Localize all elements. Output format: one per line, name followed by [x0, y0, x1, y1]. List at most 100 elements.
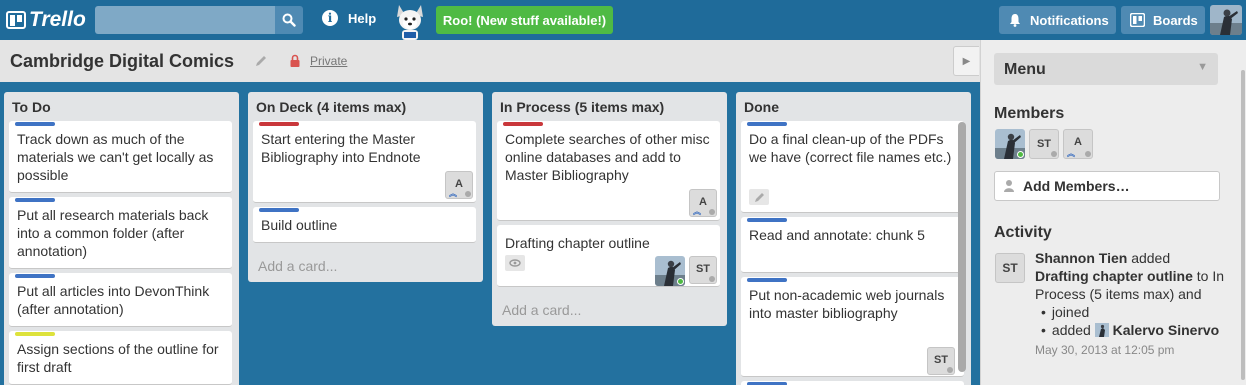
- activity-item: Shannon Tien added Drafting chapter outl…: [1035, 249, 1225, 359]
- add-members-button[interactable]: Add Members…: [994, 171, 1220, 201]
- help-button[interactable]: i Help: [322, 10, 376, 26]
- list-card[interactable]: Put all articles into DevonThink (after …: [9, 273, 232, 327]
- menu-button[interactable]: Menu ▼: [994, 53, 1218, 85]
- list-card[interactable]: Read and annotate: chunk 5: [741, 217, 964, 273]
- activity-verb: added: [1131, 250, 1171, 266]
- list-title[interactable]: On Deck (4 items max): [256, 99, 406, 115]
- list-card[interactable]: Do a final clean-up of the PDFs we have …: [741, 121, 964, 213]
- board-title[interactable]: Cambridge Digital Comics: [10, 51, 234, 72]
- chevron-up-icon: ︽: [1067, 149, 1075, 158]
- boards-label: Boards: [1153, 12, 1198, 28]
- menu-label: Menu: [1004, 61, 1046, 78]
- status-dot: [709, 276, 715, 282]
- member-photo[interactable]: [995, 129, 1025, 159]
- list-title[interactable]: Done: [744, 99, 779, 115]
- card-label: [15, 332, 55, 336]
- card-title: Put non-academic web journals into maste…: [749, 287, 945, 321]
- card-title: Assign sections of the outline for first…: [17, 341, 219, 375]
- list-title[interactable]: In Process (5 items max): [500, 99, 664, 115]
- top-header: Trello i Help Roo! (New stuff available!…: [0, 0, 1246, 40]
- card-label: [503, 122, 543, 126]
- status-dot: [709, 209, 715, 215]
- list-card[interactable]: Put non-academic web journals into maste…: [741, 277, 964, 377]
- list-card[interactable]: Start entering the Master Bibliography i…: [253, 121, 476, 203]
- member-avatar[interactable]: ST: [1029, 129, 1059, 159]
- activity-date[interactable]: May 30, 2013 at 12:05 pm: [1035, 341, 1225, 359]
- search-input[interactable]: [95, 6, 275, 34]
- card-label: [259, 122, 299, 126]
- description-icon: [505, 255, 525, 271]
- card-label: [747, 218, 787, 222]
- list-in-process: In Process (5 items max) Complete search…: [492, 92, 727, 326]
- lock-icon: [290, 54, 300, 67]
- boards-button[interactable]: Boards: [1121, 6, 1205, 34]
- status-dot: [465, 191, 471, 197]
- person-icon: [1003, 179, 1015, 193]
- boards-icon: [1130, 13, 1145, 27]
- card-title: Drafting chapter outline: [505, 235, 650, 251]
- card-title: Start entering the Master Bibliography i…: [261, 131, 421, 165]
- activity-bullet: added Kalervo Sinervo: [1041, 321, 1225, 339]
- status-dot: [1017, 151, 1024, 158]
- card-label: [259, 208, 299, 212]
- card-title: Build outline: [261, 217, 338, 233]
- list-card[interactable]: Complete searches of other misc online d…: [497, 121, 720, 221]
- card-label: [15, 274, 55, 278]
- board-sidebar: Menu ▼ Members ST A ︽ Add Members… Activ…: [980, 40, 1246, 385]
- activity-actor[interactable]: Shannon Tien: [1035, 250, 1127, 266]
- visibility-link[interactable]: Private: [310, 54, 347, 68]
- list-card[interactable]: Track down as much of the materials we c…: [9, 121, 232, 193]
- card-title: Read and annotate: chunk 5: [749, 227, 925, 243]
- info-icon: i: [322, 10, 338, 26]
- activity-bullets: joined added Kalervo Sinervo: [1035, 303, 1225, 339]
- list-scrollbar[interactable]: [958, 122, 966, 372]
- search-icon: [282, 13, 296, 27]
- card-label: [747, 122, 787, 126]
- status-dot: [947, 367, 953, 373]
- add-card-link[interactable]: Add a card...: [258, 258, 337, 274]
- card-member-avatar[interactable]: A ︽: [689, 189, 717, 217]
- list-card[interactable]: Build outline: [253, 207, 476, 243]
- pencil-icon: [749, 189, 769, 205]
- list-card[interactable]: Put all research materials back into a c…: [9, 197, 232, 269]
- user-avatar[interactable]: [1210, 5, 1242, 35]
- member-avatar[interactable]: A ︽: [1063, 129, 1093, 159]
- card-title: Track down as much of the materials we c…: [17, 131, 214, 183]
- sidebar-toggle-button[interactable]: ▶: [953, 46, 979, 76]
- activity-member-link[interactable]: Kalervo Sinervo: [1113, 322, 1220, 338]
- card-title: Put all articles into DevonThink (after …: [17, 283, 210, 317]
- add-card-link[interactable]: Add a card...: [502, 302, 581, 318]
- list-on-deck: On Deck (4 items max) Start entering the…: [248, 92, 483, 282]
- pencil-icon[interactable]: [254, 54, 268, 68]
- taco-mascot-icon[interactable]: [393, 3, 427, 40]
- help-label: Help: [348, 10, 377, 26]
- card-member-photo[interactable]: [655, 256, 685, 286]
- list-card[interactable]: Drafting chapter outline ST: [497, 225, 720, 287]
- status-dot: [1051, 151, 1057, 157]
- activity-card-link[interactable]: Drafting chapter outline: [1035, 268, 1193, 284]
- member-mini-photo-icon: [1094, 323, 1109, 337]
- status-dot: [1085, 151, 1091, 157]
- list-card[interactable]: [741, 381, 964, 385]
- chevron-up-icon: ︽: [693, 207, 701, 216]
- card-member-avatar[interactable]: A ︽: [445, 171, 473, 199]
- notifications-button[interactable]: Notifications: [999, 6, 1116, 34]
- card-label: [15, 122, 55, 126]
- logo-text: Trello: [29, 8, 86, 31]
- activity-to: to: [1196, 268, 1209, 284]
- card-title: Put all research materials back into a c…: [17, 207, 209, 259]
- activity-avatar[interactable]: ST: [995, 253, 1025, 283]
- card-title: Do a final clean-up of the PDFs we have …: [749, 131, 952, 165]
- board-header: Cambridge Digital Comics Private: [0, 40, 980, 82]
- trello-logo[interactable]: Trello: [6, 8, 86, 32]
- status-dot: [677, 278, 684, 285]
- roo-new-stuff-button[interactable]: Roo! (New stuff available!): [436, 6, 613, 34]
- list-card[interactable]: Assign sections of the outline for first…: [9, 331, 232, 385]
- list-title[interactable]: To Do: [12, 99, 51, 115]
- search-button[interactable]: [275, 6, 303, 34]
- activity-heading: Activity: [994, 224, 1052, 241]
- sidebar-scrollbar[interactable]: [1241, 70, 1245, 380]
- activity-bullet: joined: [1041, 303, 1225, 321]
- card-member-avatar[interactable]: ST: [927, 347, 955, 375]
- card-member-avatar[interactable]: ST: [689, 256, 717, 284]
